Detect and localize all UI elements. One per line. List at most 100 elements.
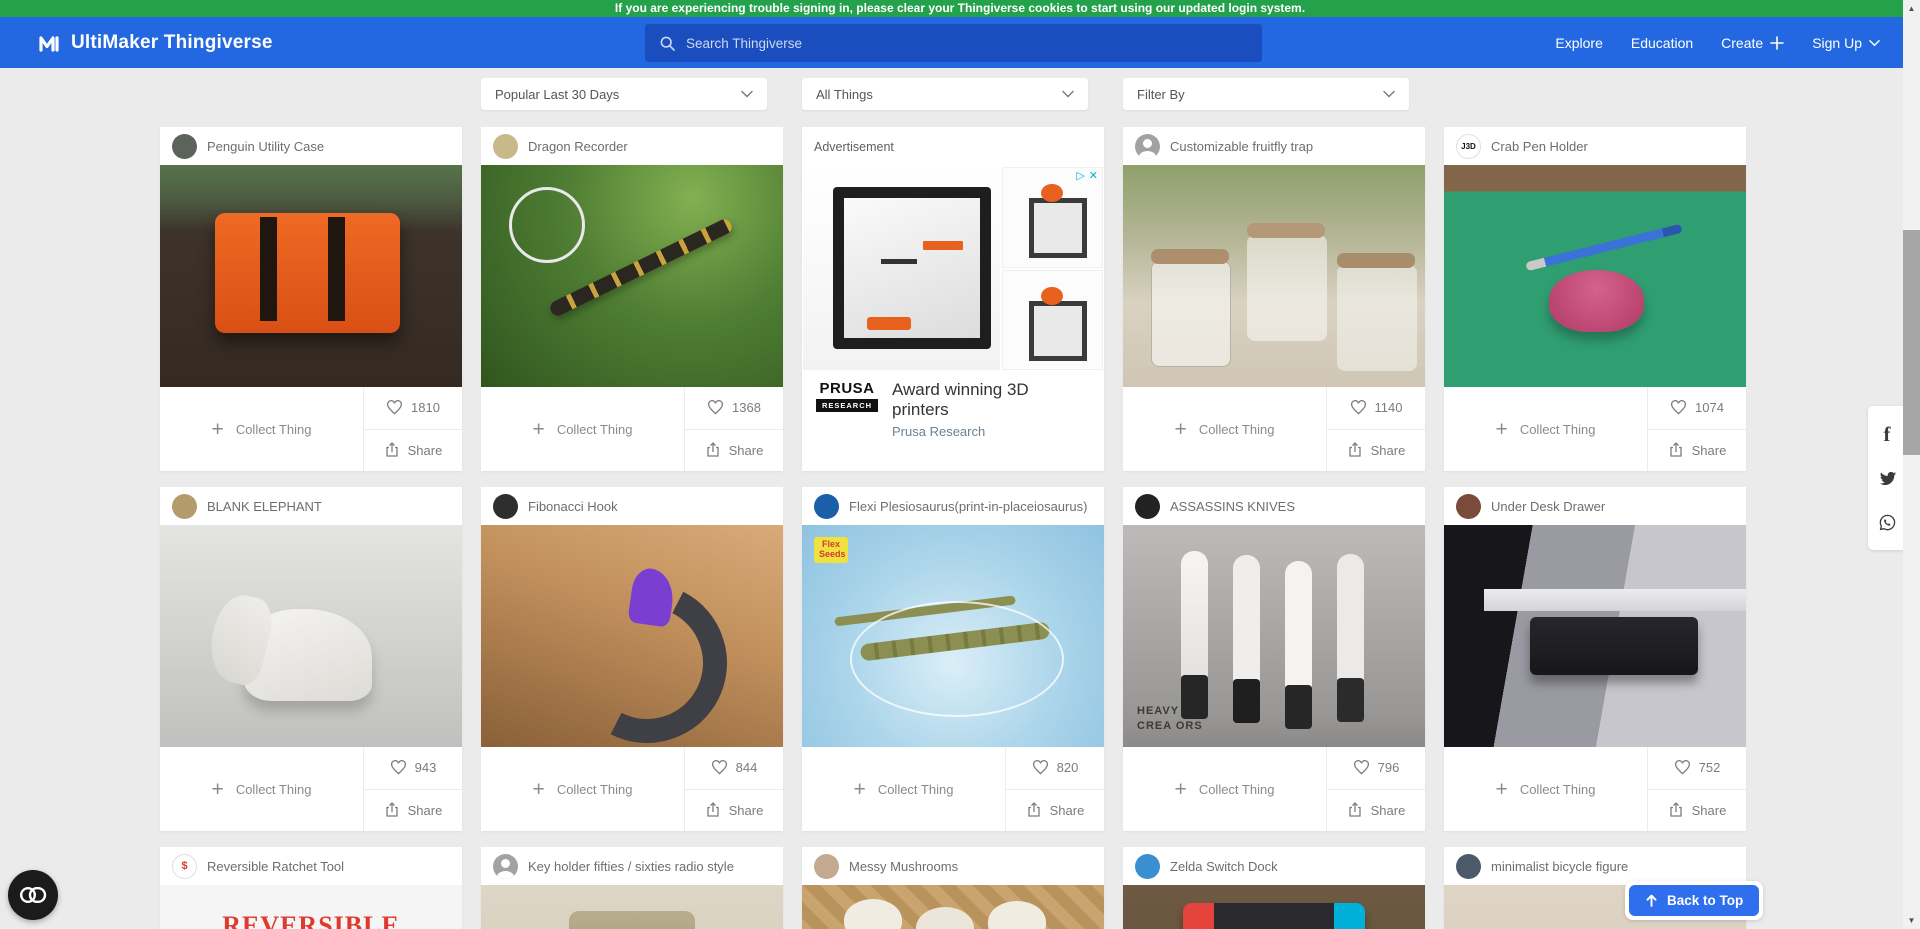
collect-thing-button[interactable]: +Collect Thing <box>802 747 1005 831</box>
thing-title[interactable]: Messy Mushrooms <box>849 859 958 874</box>
thing-title[interactable]: Crab Pen Holder <box>1491 139 1588 154</box>
scrollbar-up-arrow[interactable]: ▲ <box>1903 0 1920 17</box>
collect-thing-button[interactable]: +Collect Thing <box>1444 747 1647 831</box>
nav-create[interactable]: Create <box>1721 35 1784 51</box>
thing-title[interactable]: Reversible Ratchet Tool <box>207 859 344 874</box>
like-button[interactable]: 1140 <box>1327 387 1425 430</box>
creator-avatar[interactable] <box>493 494 518 519</box>
like-button[interactable]: 796 <box>1327 747 1425 790</box>
collect-thing-button[interactable]: +Collect Thing <box>160 747 363 831</box>
collect-thing-button[interactable]: +Collect Thing <box>1123 747 1326 831</box>
share-button[interactable]: Share <box>1327 430 1425 472</box>
creator-avatar-person-icon[interactable] <box>1135 134 1160 159</box>
thing-image[interactable] <box>1444 525 1746 747</box>
like-button[interactable]: 1074 <box>1648 387 1746 430</box>
creator-avatar[interactable]: J3D <box>1456 134 1481 159</box>
share-button[interactable]: Share <box>1648 430 1746 472</box>
collect-thing-button[interactable]: +Collect Thing <box>160 387 363 471</box>
share-icon <box>384 442 400 458</box>
thing-title[interactable]: Fibonacci Hook <box>528 499 618 514</box>
ad-headline[interactable]: Award winning 3D printers <box>892 380 1090 420</box>
category-dropdown[interactable]: All Things <box>802 78 1088 110</box>
creator-avatar[interactable] <box>814 494 839 519</box>
thing-image[interactable] <box>481 165 783 387</box>
collect-thing-button[interactable]: +Collect Thing <box>481 387 684 471</box>
advertiser-logo[interactable]: PRUSA RESEARCH <box>816 380 878 412</box>
like-button[interactable]: 844 <box>685 747 783 790</box>
creator-avatar[interactable]: $ <box>172 854 197 879</box>
thing-title[interactable]: ASSASSINS KNIVES <box>1170 499 1295 514</box>
share-button[interactable]: Share <box>364 430 462 472</box>
page-scrollbar[interactable]: ▲ ▼ <box>1903 0 1920 929</box>
nav-explore[interactable]: Explore <box>1555 35 1602 51</box>
like-button[interactable]: 943 <box>364 747 462 790</box>
collect-thing-button[interactable]: +Collect Thing <box>1444 387 1647 471</box>
ad-advertiser-name[interactable]: Prusa Research <box>892 424 1090 439</box>
creator-avatar[interactable] <box>1456 494 1481 519</box>
share-button[interactable]: Share <box>1648 790 1746 832</box>
thing-image[interactable] <box>1444 165 1746 387</box>
creator-avatar[interactable] <box>493 134 518 159</box>
creator-avatar-person-icon[interactable] <box>493 854 518 879</box>
creator-avatar[interactable] <box>1135 494 1160 519</box>
like-button[interactable]: 1810 <box>364 387 462 430</box>
like-button[interactable]: 752 <box>1648 747 1746 790</box>
ad-close-icon[interactable]: ✕ <box>1089 171 1098 182</box>
creator-avatar[interactable] <box>172 134 197 159</box>
creator-avatar[interactable] <box>814 854 839 879</box>
like-count: 1140 <box>1375 400 1403 415</box>
brand-home-link[interactable]: UltiMaker Thingiverse <box>38 17 273 68</box>
thing-image[interactable]: REVERSIBLE <box>160 885 462 929</box>
share-button[interactable]: Share <box>685 430 783 472</box>
thing-image[interactable] <box>160 165 462 387</box>
creator-avatar[interactable] <box>1135 854 1160 879</box>
thing-title[interactable]: Penguin Utility Case <box>207 139 324 154</box>
collect-thing-button[interactable]: +Collect Thing <box>1123 387 1326 471</box>
twitter-share-button[interactable] <box>1868 456 1906 500</box>
thing-image[interactable] <box>481 525 783 747</box>
cookie-consent-badge[interactable] <box>8 870 58 920</box>
thing-image[interactable]: Flex Seeds <box>802 525 1104 747</box>
like-button[interactable]: 1368 <box>685 387 783 430</box>
thing-title[interactable]: Flexi Plesiosaurus(print-in-placeiosauru… <box>849 499 1087 514</box>
creator-avatar[interactable] <box>172 494 197 519</box>
collect-thing-button[interactable]: +Collect Thing <box>481 747 684 831</box>
thing-title[interactable]: Under Desk Drawer <box>1491 499 1605 514</box>
scrollbar-down-arrow[interactable]: ▼ <box>1903 912 1920 929</box>
ad-image-large[interactable] <box>803 167 1000 370</box>
creator-avatar[interactable] <box>1456 854 1481 879</box>
sort-dropdown[interactable]: Popular Last 30 Days <box>481 78 767 110</box>
filter-by-dropdown[interactable]: Filter By <box>1123 78 1409 110</box>
scrollbar-thumb[interactable] <box>1903 230 1920 455</box>
thing-title[interactable]: Dragon Recorder <box>528 139 628 154</box>
ad-image-small-top[interactable]: ▷ ✕ <box>1002 167 1103 268</box>
thing-image[interactable] <box>481 885 783 929</box>
search-bar[interactable] <box>645 24 1262 62</box>
thing-title[interactable]: BLANK ELEPHANT <box>207 499 322 514</box>
search-input[interactable] <box>686 36 1248 51</box>
share-button[interactable]: Share <box>685 790 783 832</box>
nav-sign-up[interactable]: Sign Up <box>1812 35 1880 51</box>
share-button[interactable]: Share <box>364 790 462 832</box>
share-label: Share <box>1050 803 1085 818</box>
share-button[interactable]: Share <box>1327 790 1425 832</box>
thing-title[interactable]: Zelda Switch Dock <box>1170 859 1278 874</box>
back-to-top-button[interactable]: Back to Top <box>1629 885 1759 916</box>
like-button[interactable]: 820 <box>1006 747 1104 790</box>
share-icon <box>1026 802 1042 818</box>
nav-education[interactable]: Education <box>1631 35 1693 51</box>
thing-title[interactable]: Key holder fifties / sixties radio style <box>528 859 734 874</box>
thing-title[interactable]: Customizable fruitfly trap <box>1170 139 1313 154</box>
thing-image[interactable] <box>1123 165 1425 387</box>
thing-image[interactable] <box>802 885 1104 929</box>
thing-image[interactable]: HEAVY CREA ORS <box>1123 525 1425 747</box>
thing-image[interactable] <box>1123 885 1425 929</box>
thing-image[interactable] <box>160 525 462 747</box>
ad-image-small-bottom[interactable] <box>1002 270 1103 371</box>
facebook-share-button[interactable]: f <box>1868 412 1906 456</box>
ad-creative[interactable]: ▷ ✕ <box>802 167 1104 370</box>
whatsapp-share-button[interactable] <box>1868 500 1906 544</box>
share-button[interactable]: Share <box>1006 790 1104 832</box>
thing-title[interactable]: minimalist bicycle figure <box>1491 859 1628 874</box>
adchoices-icon[interactable]: ▷ <box>1076 171 1084 182</box>
